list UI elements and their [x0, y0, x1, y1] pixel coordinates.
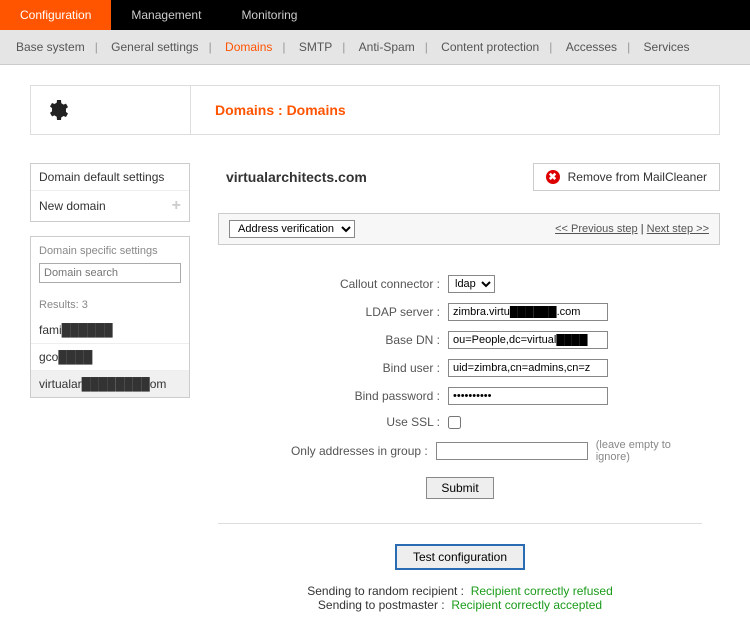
base-dn-label: Base DN : — [218, 333, 448, 347]
tab-management[interactable]: Management — [111, 0, 221, 30]
bind-password-label: Bind password : — [218, 389, 448, 403]
ldap-server-input[interactable] — [448, 303, 608, 321]
sidebar-new-domain-label: New domain — [39, 199, 106, 213]
only-group-label: Only addresses in group : — [218, 444, 436, 458]
bind-password-input[interactable] — [448, 387, 608, 405]
sub-nav: Base system| General settings| Domains| … — [0, 30, 750, 65]
tab-configuration[interactable]: Configuration — [0, 0, 111, 30]
base-dn-input[interactable] — [448, 331, 608, 349]
plus-icon: + — [172, 197, 181, 215]
sidebar-default-settings[interactable]: Domain default settings — [31, 164, 189, 191]
sidebar-domains: Domain specific settings Results: 3 fami… — [30, 236, 190, 398]
page-title: Domains : Domains — [191, 102, 346, 118]
prev-step-link[interactable]: << Previous step — [555, 223, 638, 235]
page-header: Domains : Domains — [30, 85, 720, 135]
use-ssl-checkbox[interactable] — [448, 416, 461, 429]
next-step-link[interactable]: Next step >> — [647, 223, 709, 235]
domain-list-item[interactable]: virtualar████████om — [31, 371, 189, 397]
results-label: Results: 3 — [31, 291, 189, 317]
result-postmaster-value: Recipient correctly accepted — [451, 598, 602, 612]
only-group-hint: (leave empty to ignore) — [596, 439, 702, 463]
only-group-input[interactable] — [436, 442, 588, 460]
subnav-domains[interactable]: Domains — [221, 40, 276, 54]
bind-user-input[interactable] — [448, 359, 608, 377]
domain-list-item[interactable]: gco████ — [31, 344, 189, 371]
ldap-form: Callout connector : ldap LDAP server : B… — [218, 275, 720, 612]
subnav-smtp[interactable]: SMTP — [295, 40, 336, 54]
remove-label: Remove from MailCleaner — [568, 170, 707, 184]
test-results: Sending to random recipient : Recipient … — [218, 584, 702, 612]
callout-connector-select[interactable]: ldap — [448, 275, 495, 293]
result-random-value: Recipient correctly refused — [471, 584, 613, 598]
use-ssl-label: Use SSL : — [218, 415, 448, 429]
domain-list-item[interactable]: fami██████ — [31, 317, 189, 344]
top-nav: Configuration Management Monitoring — [0, 0, 750, 30]
remove-domain-button[interactable]: ✖ Remove from MailCleaner — [533, 163, 720, 191]
step-select[interactable]: Address verification — [229, 220, 355, 238]
domain-title: virtualarchitects.com — [218, 169, 367, 185]
remove-icon: ✖ — [546, 170, 560, 184]
sidebar-general: Domain default settings New domain + — [30, 163, 190, 222]
subnav-anti-spam[interactable]: Anti-Spam — [355, 40, 419, 54]
step-row: Address verification << Previous step | … — [218, 213, 720, 245]
subnav-accesses[interactable]: Accesses — [562, 40, 621, 54]
submit-button[interactable]: Submit — [426, 477, 493, 499]
sidebar-specific-label: Domain specific settings — [31, 237, 189, 263]
subnav-content-protection[interactable]: Content protection — [437, 40, 543, 54]
ldap-server-label: LDAP server : — [218, 305, 448, 319]
bind-user-label: Bind user : — [218, 361, 448, 375]
gear-icon — [31, 86, 191, 134]
result-postmaster-label: Sending to postmaster : — [318, 598, 445, 612]
result-random-label: Sending to random recipient : — [307, 584, 464, 598]
subnav-base-system[interactable]: Base system — [12, 40, 89, 54]
test-configuration-button[interactable]: Test configuration — [395, 544, 525, 570]
subnav-services[interactable]: Services — [640, 40, 694, 54]
subnav-general-settings[interactable]: General settings — [107, 40, 202, 54]
tab-monitoring[interactable]: Monitoring — [221, 0, 317, 30]
callout-connector-label: Callout connector : — [218, 277, 448, 291]
sidebar-new-domain[interactable]: New domain + — [31, 191, 189, 221]
domain-search-input[interactable] — [39, 263, 181, 283]
